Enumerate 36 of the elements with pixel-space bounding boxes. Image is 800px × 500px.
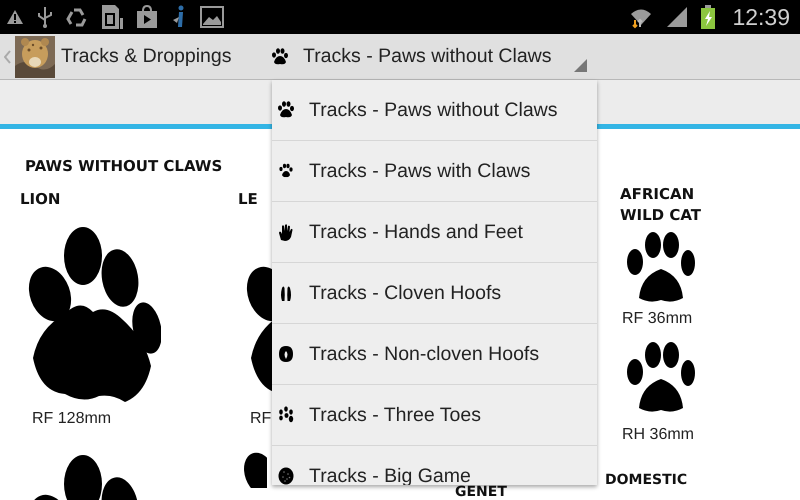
menu-item[interactable]: Tracks - Paws with Claws [272, 141, 597, 202]
signal-icon [666, 6, 688, 28]
menu-item[interactable]: Tracks - Hands and Feet [272, 202, 597, 263]
recycle-icon [66, 7, 88, 27]
animal-name: LE [238, 189, 258, 210]
sd-card-icon [101, 4, 123, 30]
size-caption: RH 36mm [622, 426, 694, 444]
animal-name: LION [20, 189, 60, 210]
animal-name: AFRICAN WILD CAT [620, 184, 702, 226]
paw-track-icon [276, 100, 296, 120]
play-store-icon [136, 5, 158, 29]
image-icon [200, 6, 224, 28]
menu-item[interactable]: Tracks - Three Toes [272, 385, 597, 446]
section-heading: PAWS WITHOUT CLAWS [25, 157, 222, 175]
warning-icon [6, 9, 24, 25]
usb-icon [37, 6, 53, 28]
big-game-track-icon [276, 466, 296, 485]
size-caption: RF [250, 410, 272, 428]
battery-icon [701, 5, 716, 29]
three-toes-track-icon [276, 405, 296, 425]
dropdown-caret-icon [574, 58, 587, 72]
chevron-icon [4, 50, 11, 64]
paw-print-drawing [625, 342, 697, 414]
menu-item[interactable]: Tracks - Cloven Hoofs [272, 263, 597, 324]
menu-item[interactable]: Tracks - Paws without Claws [272, 80, 597, 141]
size-caption: RF 36mm [622, 310, 692, 328]
paw-print-drawing [625, 232, 697, 304]
category-spinner[interactable]: Tracks - Paws without Claws [266, 34, 591, 80]
menu-item[interactable]: Tracks - Non-cloven Hoofs [272, 324, 597, 385]
paw-icon [270, 46, 290, 66]
size-caption: RF 128mm [32, 410, 112, 428]
animal-name: DOMESTIC [605, 474, 688, 487]
animal-name: GENET [455, 486, 507, 499]
app-title: Tracks & Droppings [61, 45, 232, 68]
hoof-track-icon [276, 344, 296, 364]
clock: 12:39 [732, 4, 790, 30]
